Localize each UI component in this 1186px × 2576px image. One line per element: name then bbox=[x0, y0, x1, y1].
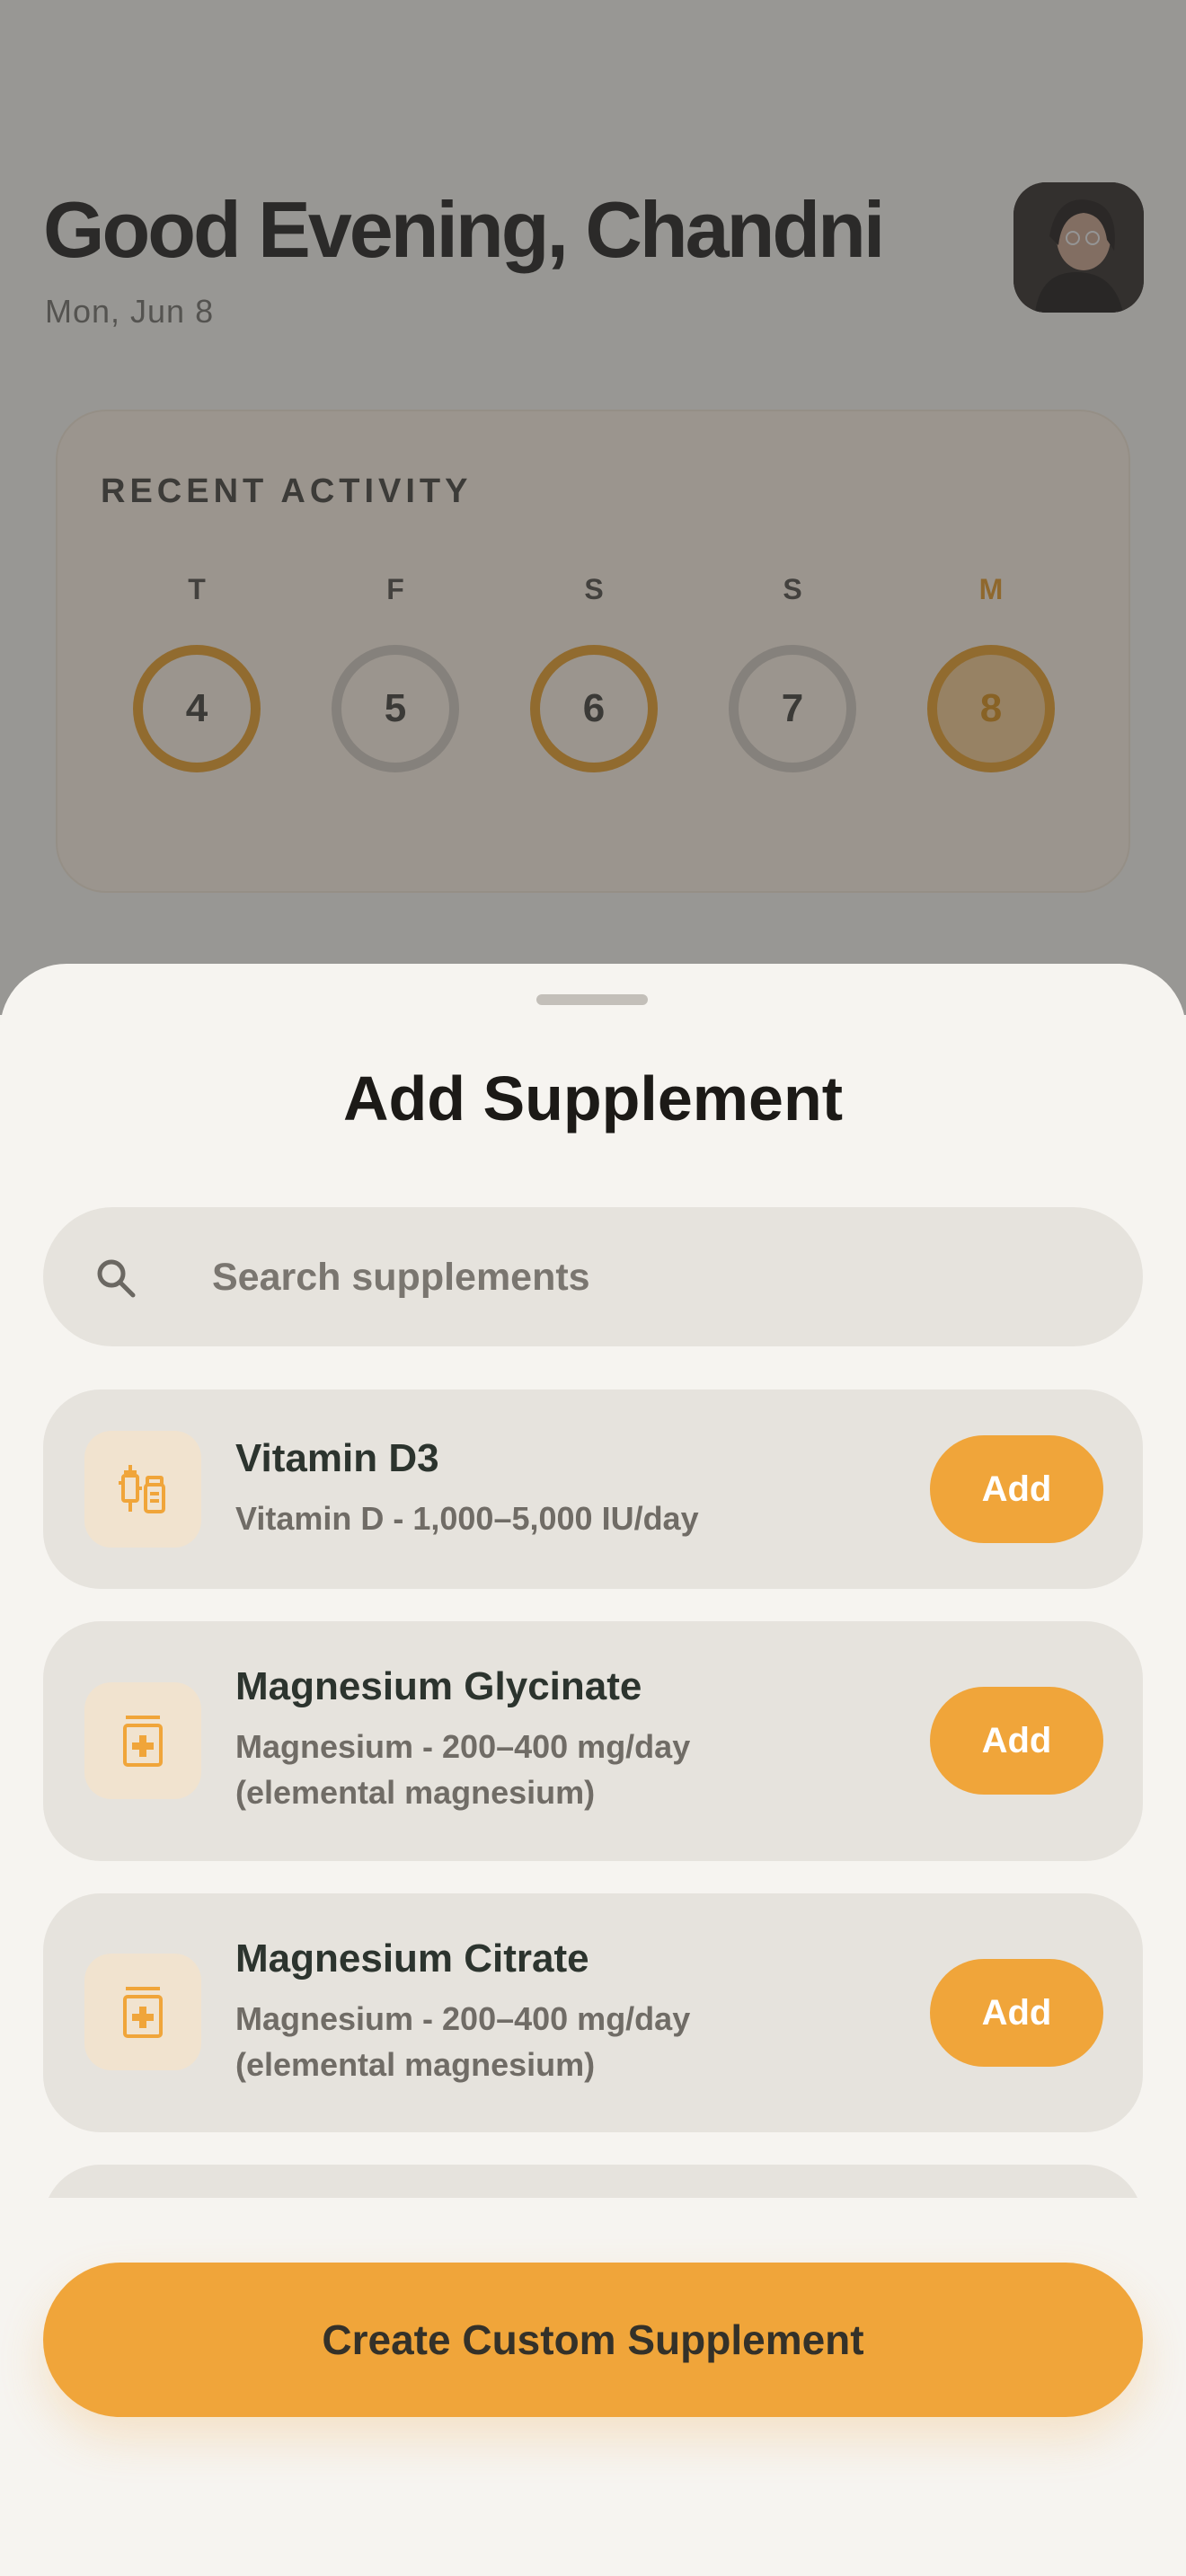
supplement-item[interactable]: Vitamin D3 Vitamin D - 1,000–5,000 IU/da… bbox=[43, 1389, 1143, 1589]
search-icon bbox=[97, 1259, 136, 1298]
syringe-vial-icon bbox=[84, 1431, 201, 1548]
search-bar[interactable] bbox=[43, 1207, 1143, 1346]
supplement-name: Magnesium Glycinate bbox=[235, 1664, 642, 1708]
sheet-grabber[interactable] bbox=[536, 994, 648, 1005]
supplement-list[interactable]: Vitamin D3 Vitamin D - 1,000–5,000 IU/da… bbox=[43, 1389, 1143, 2198]
supplement-item[interactable]: Magnesium Citrate Magnesium - 200–400 mg… bbox=[43, 1893, 1143, 2132]
pill-bottle-icon bbox=[84, 1954, 201, 2070]
supplement-name: Magnesium Citrate bbox=[235, 1936, 589, 1981]
sheet-title: Add Supplement bbox=[342, 1063, 844, 1134]
supplement-description: Vitamin D - 1,000–5,000 IU/day bbox=[235, 1500, 699, 1537]
add-button[interactable]: Add bbox=[930, 1435, 1103, 1543]
add-button[interactable]: Add bbox=[930, 1687, 1103, 1795]
supplement-name: Vitamin D3 bbox=[235, 1436, 439, 1480]
pill-bottle-icon bbox=[84, 1682, 201, 1799]
create-custom-supplement-button[interactable]: Create Custom Supplement bbox=[43, 2263, 1143, 2417]
add-button[interactable]: Add bbox=[930, 1959, 1103, 2067]
supplement-item[interactable] bbox=[43, 2165, 1143, 2198]
supplement-description: Magnesium - 200–400 mg/day (elemental ma… bbox=[235, 1728, 691, 1811]
search-input[interactable] bbox=[212, 1241, 1093, 1313]
add-supplement-sheet: Add Supplement Search supplements Vitami… bbox=[0, 964, 1186, 2576]
supplement-item[interactable]: Magnesium Glycinate Magnesium - 200–400 … bbox=[43, 1621, 1143, 1861]
supplement-description: Magnesium - 200–400 mg/day (elemental ma… bbox=[235, 2000, 691, 2083]
modal-scrim[interactable] bbox=[0, 0, 1186, 1015]
